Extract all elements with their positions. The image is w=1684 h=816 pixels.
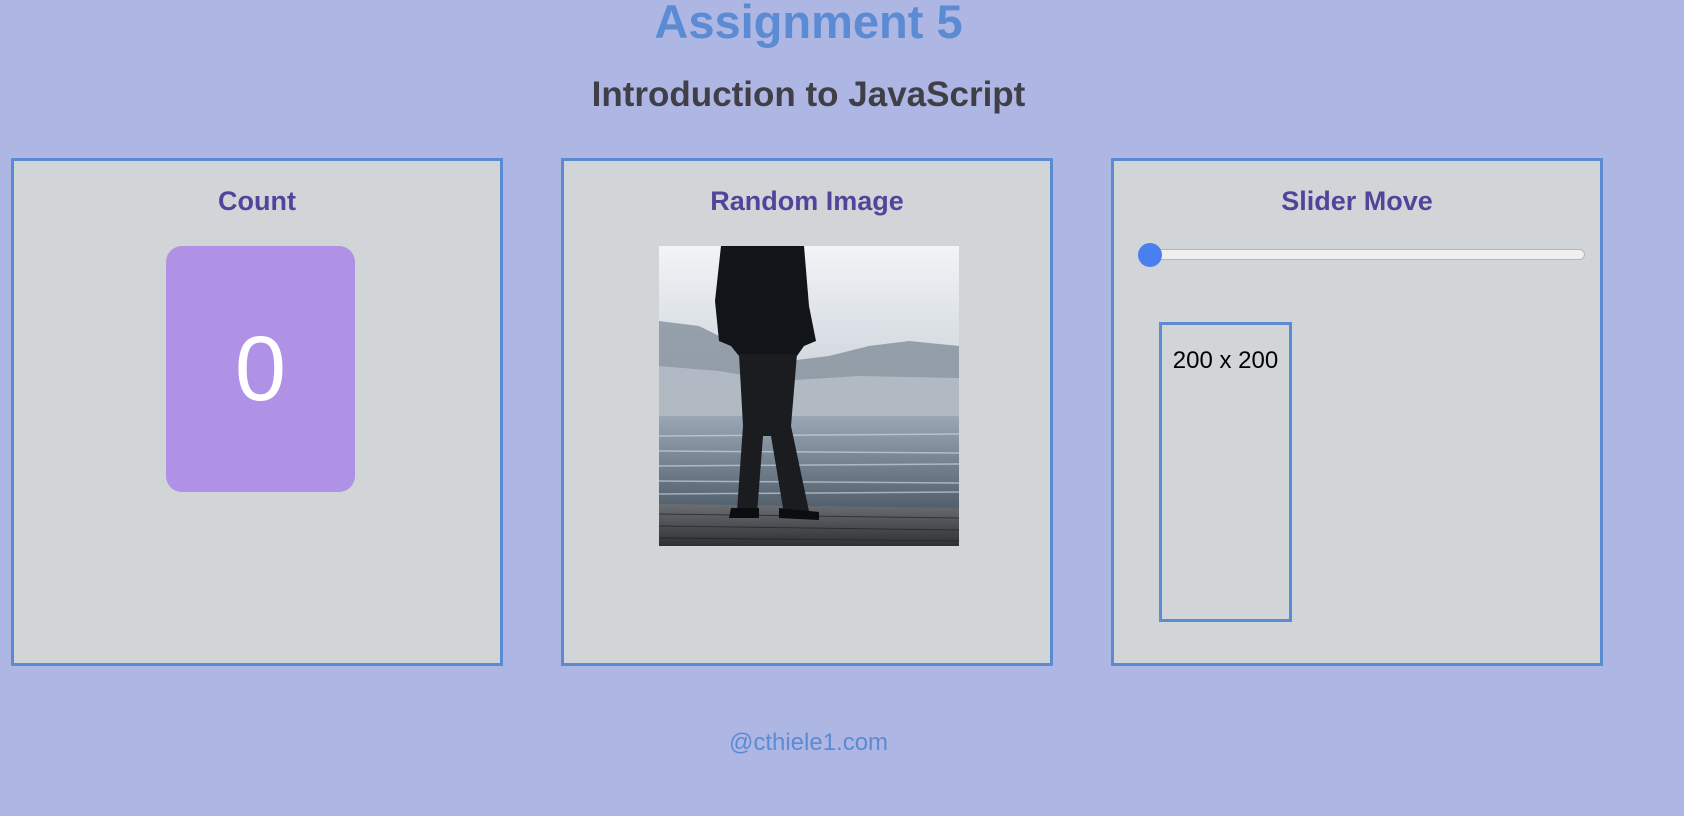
random-image-panel: Random Image bbox=[561, 158, 1053, 666]
count-panel: Count 0 bbox=[11, 158, 503, 666]
page-title: Assignment 5 bbox=[654, 0, 963, 48]
count-button[interactable]: 0 bbox=[166, 246, 355, 492]
page-subtitle: Introduction to JavaScript bbox=[591, 75, 1026, 114]
size-box-label: 200 x 200 bbox=[1172, 347, 1279, 374]
size-box: 200 x 200 bbox=[1159, 322, 1292, 622]
random-image-photo bbox=[659, 246, 959, 546]
footer-link[interactable]: @cthiele1.com bbox=[0, 729, 1617, 757]
slider-track[interactable] bbox=[1148, 249, 1585, 260]
slider-panel: Slider Move 200 x 200 bbox=[1111, 158, 1603, 666]
slider-heading: Slider Move bbox=[1281, 186, 1433, 216]
random-image-heading: Random Image bbox=[710, 186, 904, 216]
slider-thumb[interactable] bbox=[1138, 243, 1162, 267]
random-image[interactable] bbox=[659, 246, 959, 546]
count-heading: Count bbox=[218, 186, 296, 216]
